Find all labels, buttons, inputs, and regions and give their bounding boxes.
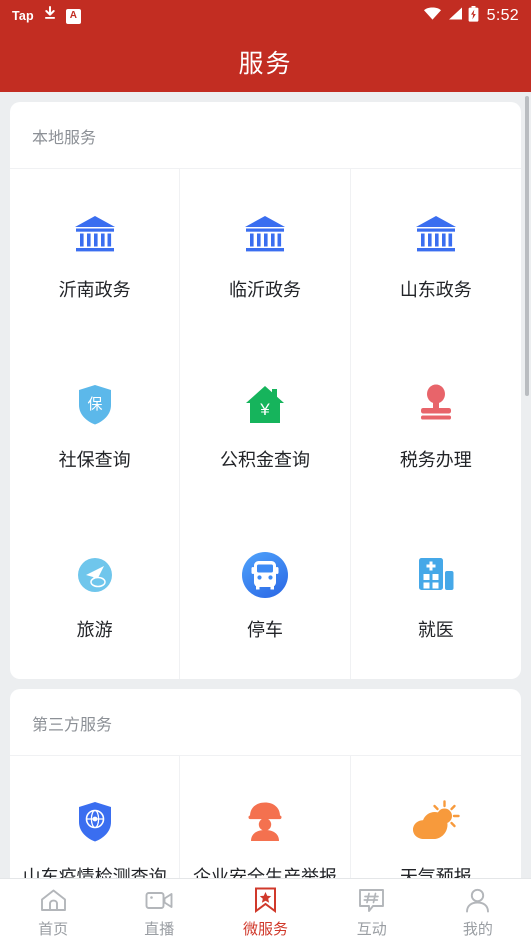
svg-text:¥: ¥ xyxy=(259,400,270,419)
service-item-label: 沂南政务 xyxy=(58,280,131,301)
tab-label: 首页 xyxy=(38,921,69,938)
local-services-grid: 沂南政务 临沂政务 山东政务 保 社保查询 ¥ 公积金查询 税务办理 旅游 停车… xyxy=(10,169,521,679)
battery-charging-icon xyxy=(468,5,479,27)
service-item-label: 社保查询 xyxy=(58,450,131,471)
government-building-icon xyxy=(242,206,288,264)
svg-text:保: 保 xyxy=(87,396,102,413)
tap-label: Tap xyxy=(12,9,34,23)
third-party-services-title: 第三方服务 xyxy=(10,689,521,756)
local-services-title: 本地服务 xyxy=(10,102,521,169)
home-icon xyxy=(40,887,67,913)
house-yuan-icon: ¥ xyxy=(243,376,287,434)
tab-profile[interactable]: 我的 xyxy=(425,879,531,947)
user-icon xyxy=(465,887,490,913)
tab-interaction[interactable]: 互动 xyxy=(319,879,425,947)
wifi-icon xyxy=(423,6,442,26)
bottom-navigation: 首页 直播 微服务 互动 我的 xyxy=(0,878,531,947)
service-item-medical[interactable]: 就医 xyxy=(351,509,521,679)
tab-micro-service[interactable]: 微服务 xyxy=(212,879,318,947)
service-scroll-area[interactable]: 本地服务 沂南政务 临沂政务 山东政务 保 社保查询 ¥ 公积金查询 税务办理 … xyxy=(0,92,531,879)
service-item-yinan-government[interactable]: 沂南政务 xyxy=(10,169,181,339)
service-item-safety-report[interactable]: 企业安全生产举报 xyxy=(180,756,351,879)
tab-label: 直播 xyxy=(144,921,175,938)
local-services-card: 本地服务 沂南政务 临沂政务 山东政务 保 社保查询 ¥ 公积金查询 税务办理 … xyxy=(10,102,521,679)
service-item-tax-service[interactable]: 税务办理 xyxy=(351,339,521,509)
clock-time: 5:52 xyxy=(486,7,519,24)
service-item-travel[interactable]: 旅游 xyxy=(10,509,181,679)
service-item-label: 税务办理 xyxy=(399,450,472,471)
service-item-epidemic-query[interactable]: 山东疫情检测查询 xyxy=(10,756,181,879)
service-item-housing-fund[interactable]: ¥ 公积金查询 xyxy=(180,339,351,509)
stamp-icon xyxy=(414,376,458,434)
sun-cloud-icon xyxy=(411,793,461,851)
tab-label: 微服务 xyxy=(243,921,289,938)
travel-plane-icon xyxy=(73,546,117,604)
hospital-icon xyxy=(414,546,458,604)
signal-icon xyxy=(447,6,463,26)
worker-helmet-icon xyxy=(243,793,287,851)
bookmark-star-icon xyxy=(254,887,277,913)
service-item-label: 旅游 xyxy=(76,620,113,641)
hash-chat-icon xyxy=(358,887,385,913)
service-item-linyi-government[interactable]: 临沂政务 xyxy=(180,169,351,339)
page-title: 服务 xyxy=(238,50,293,78)
third-party-services-grid: 山东疫情检测查询 企业安全生产举报 天气预报 xyxy=(10,756,521,879)
app-badge-icon: A xyxy=(65,8,81,24)
status-bar: Tap A 5:52 xyxy=(0,0,531,32)
download-icon xyxy=(43,6,57,26)
app-header: 服务 xyxy=(0,32,531,92)
government-building-icon xyxy=(72,206,118,264)
service-item-label: 临沂政务 xyxy=(228,280,301,301)
tab-label: 我的 xyxy=(462,921,493,938)
government-building-icon xyxy=(413,206,459,264)
service-item-social-insurance[interactable]: 保 社保查询 xyxy=(10,339,181,509)
shield-insurance-icon: 保 xyxy=(75,376,115,434)
service-item-parking[interactable]: 停车 xyxy=(180,509,351,679)
service-item-shandong-government[interactable]: 山东政务 xyxy=(351,169,521,339)
status-bar-right: 5:52 xyxy=(423,5,519,27)
tab-live[interactable]: 直播 xyxy=(106,879,212,947)
shield-globe-icon xyxy=(75,793,115,851)
service-item-label: 就医 xyxy=(417,620,454,641)
scrollbar-thumb[interactable] xyxy=(525,96,529,396)
service-item-label: 山东政务 xyxy=(399,280,472,301)
status-bar-left: Tap A xyxy=(12,6,81,26)
service-item-weather-forecast[interactable]: 天气预报 xyxy=(351,756,521,879)
service-item-label: 停车 xyxy=(246,620,283,641)
tab-label: 互动 xyxy=(356,921,387,938)
service-item-label: 公积金查询 xyxy=(219,450,310,471)
bus-parking-icon xyxy=(238,546,292,604)
video-camera-icon xyxy=(145,887,174,913)
tab-home[interactable]: 首页 xyxy=(0,879,106,947)
third-party-services-card: 第三方服务 山东疫情检测查询 企业安全生产举报 天气预报 xyxy=(10,689,521,879)
